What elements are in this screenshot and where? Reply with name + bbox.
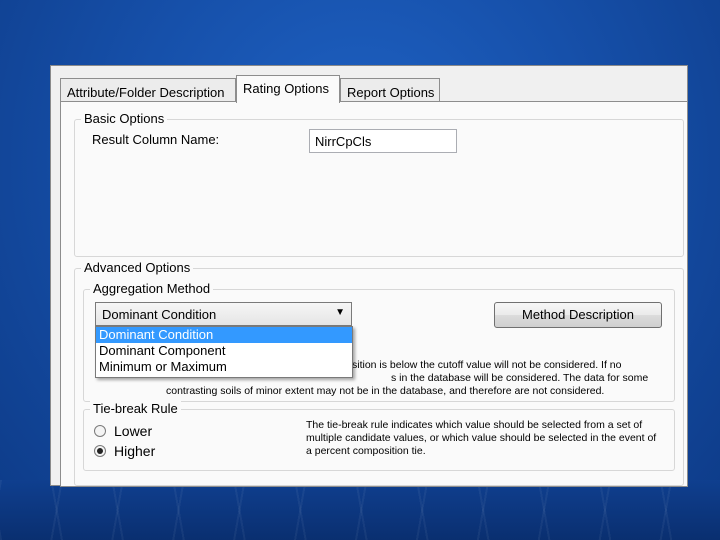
result-column-input[interactable]: NirrCpCls [309, 129, 457, 153]
dropdown-option-minimum-or-maximum[interactable]: Minimum or Maximum [96, 359, 352, 375]
radio-button-higher[interactable] [94, 445, 106, 457]
basic-options-title: Basic Options [81, 111, 168, 126]
radio-button-lower[interactable] [94, 425, 106, 437]
aggregation-description-line1: sition is below the cutoff value will no… [352, 359, 622, 371]
tab-panel: Basic Options Result Column Name: NirrCp… [60, 101, 688, 487]
aggregation-method-title: Aggregation Method [90, 281, 214, 296]
aggregation-selected-value: Dominant Condition [102, 307, 217, 322]
method-description-button[interactable]: Method Description [494, 302, 662, 328]
tab-report-options[interactable]: Report Options [340, 78, 440, 101]
tab-attribute-folder-description[interactable]: Attribute/Folder Description [60, 78, 236, 101]
background-floor [0, 480, 720, 540]
tie-break-rule-title: Tie-break Rule [90, 401, 181, 416]
dropdown-option-dominant-condition[interactable]: Dominant Condition [96, 327, 352, 343]
tie-break-description: The tie-break rule indicates which value… [306, 419, 657, 457]
aggregation-method-group: Aggregation Method Dominant Condition ▼ … [83, 281, 675, 402]
aggregation-description-line3: contrasting soils of minor extent may no… [166, 385, 605, 397]
radio-label-lower: Lower [114, 423, 153, 439]
result-column-label: Result Column Name: [92, 132, 220, 147]
radio-higher[interactable]: Higher [94, 443, 155, 459]
aggregation-description-line2: s in the database will be considered. Th… [391, 372, 649, 384]
rating-options-dialog: Attribute/Folder Description Rating Opti… [50, 65, 688, 487]
basic-options-group: Basic Options Result Column Name: NirrCp… [74, 111, 684, 257]
tie-break-rule-group: Tie-break Rule Lower Higher The tie-brea… [83, 401, 675, 471]
radio-label-higher: Higher [114, 443, 156, 459]
dropdown-option-dominant-component[interactable]: Dominant Component [96, 343, 352, 359]
advanced-options-title: Advanced Options [81, 260, 194, 275]
aggregation-method-combo[interactable]: Dominant Condition ▼ [95, 302, 352, 326]
advanced-options-group: Advanced Options Aggregation Method Domi… [74, 260, 684, 486]
radio-lower[interactable]: Lower [94, 423, 152, 439]
aggregation-method-dropdown: Dominant Condition Dominant Component Mi… [95, 326, 353, 378]
chevron-down-icon[interactable]: ▼ [335, 307, 345, 318]
tab-rating-options[interactable]: Rating Options [236, 75, 340, 103]
